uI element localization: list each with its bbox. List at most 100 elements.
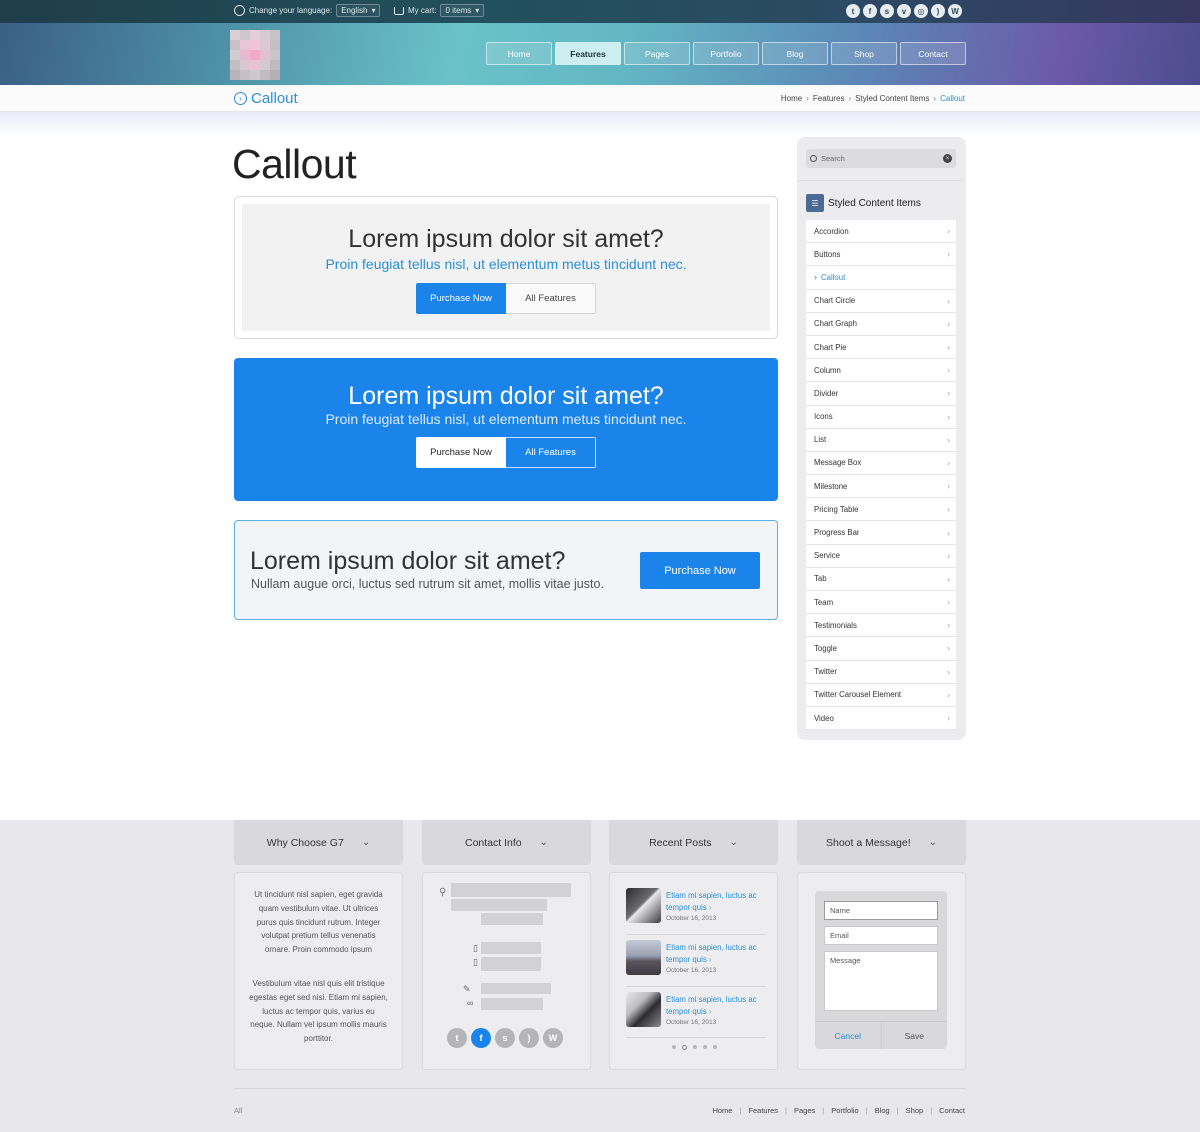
chevron-right-icon: › xyxy=(947,689,950,700)
sidebar-item-testimonials[interactable]: Testimonials › xyxy=(806,614,956,638)
save-button[interactable]: Save xyxy=(882,1022,948,1049)
rss-icon[interactable]: ) xyxy=(931,4,945,18)
sidebar-item-label: List xyxy=(814,435,827,445)
why-paragraph-1: Ut tincidunt nisl sapien, eget gravida q… xyxy=(254,890,383,955)
footer-tab-posts[interactable]: Recent Posts ⌄ xyxy=(609,820,778,865)
sidebar-item-team[interactable]: Team › xyxy=(806,591,956,615)
nav-portfolio[interactable]: Portfolio xyxy=(693,42,759,65)
post-item[interactable]: Etiam mi sapien, luctus ac tempor quis ›… xyxy=(626,940,766,984)
sidebar-item-chart-circle[interactable]: Chart Circle › xyxy=(806,289,956,313)
footer-tab-contact[interactable]: Contact Info ⌄ xyxy=(422,820,591,865)
sidebar-item-icons[interactable]: Icons › xyxy=(806,405,956,429)
dribbble-icon[interactable]: ◎ xyxy=(914,4,928,18)
footer-nav-separator: | xyxy=(896,1106,899,1115)
callout-subheading: Proin feugiat tellus nisl, ut elementum … xyxy=(325,411,687,427)
breadcrumb-styled-content[interactable]: Styled Content Items xyxy=(855,94,929,103)
message-field[interactable]: Message xyxy=(824,951,938,1011)
sidebar-item-buttons[interactable]: Buttons › xyxy=(806,243,956,267)
email-field[interactable]: Email xyxy=(824,926,938,945)
wordpress-icon[interactable]: W xyxy=(543,1028,563,1048)
nav-pages[interactable]: Pages xyxy=(624,42,690,65)
cancel-button[interactable]: Cancel xyxy=(815,1022,882,1049)
sidebar-item-list[interactable]: List › xyxy=(806,428,956,452)
website-address xyxy=(481,998,543,1010)
nav-contact[interactable]: Contact xyxy=(900,42,966,65)
sidebar-item-service[interactable]: Service › xyxy=(806,544,956,568)
nav-blog[interactable]: Blog xyxy=(762,42,828,65)
cart-select[interactable]: 0 items ▾ xyxy=(440,4,485,17)
sidebar-item-label: Column xyxy=(814,365,841,375)
wordpress-icon[interactable]: W xyxy=(948,4,962,18)
carousel-dot[interactable] xyxy=(672,1045,676,1049)
post-item[interactable]: Etiam mi sapien, luctus ac tempor quis ›… xyxy=(626,888,766,932)
purchase-now-button[interactable]: Purchase Now xyxy=(640,552,760,589)
name-field[interactable]: Name xyxy=(824,901,938,920)
sidebar-item-twitter[interactable]: Twitter › xyxy=(806,660,956,684)
sidebar-item-callout[interactable]: › Callout xyxy=(806,266,956,290)
search-input[interactable]: Search × xyxy=(806,149,956,168)
sidebar-item-column[interactable]: Column › xyxy=(806,359,956,383)
sidebar-item-progress-bar[interactable]: Progress Bar › xyxy=(806,521,956,545)
edit-icon: ✎ xyxy=(463,984,471,994)
breadcrumb-features[interactable]: Features xyxy=(813,94,845,103)
post-title[interactable]: Etiam mi sapien, luctus ac tempor quis › xyxy=(666,890,761,913)
footer-nav-features[interactable]: Features xyxy=(748,1106,778,1115)
post-title[interactable]: Etiam mi sapien, luctus ac tempor quis › xyxy=(666,994,761,1017)
chevron-right-icon: › xyxy=(947,411,950,422)
carousel-dot[interactable] xyxy=(693,1045,697,1049)
sidebar-item-tab[interactable]: Tab › xyxy=(806,567,956,591)
clear-icon[interactable]: × xyxy=(943,154,952,163)
post-title[interactable]: Etiam mi sapien, luctus ac tempor quis › xyxy=(666,942,761,965)
carousel-dot[interactable] xyxy=(713,1045,717,1049)
language-select[interactable]: English ▾ xyxy=(336,4,381,17)
globe-icon xyxy=(234,5,245,16)
footer-nav-contact[interactable]: Contact xyxy=(939,1106,965,1115)
footer-nav-blog[interactable]: Blog xyxy=(875,1106,890,1115)
footer-nav-separator: | xyxy=(930,1106,933,1115)
facebook-icon[interactable]: f xyxy=(863,4,877,18)
footer-tab-message[interactable]: Shoot a Message! ⌄ xyxy=(797,820,966,865)
footer-tab-why[interactable]: Why Choose G7 ⌄ xyxy=(234,820,403,865)
twitter-icon[interactable]: t xyxy=(846,4,860,18)
purchase-now-button[interactable]: Purchase Now xyxy=(416,437,506,468)
footer-nav-shop[interactable]: Shop xyxy=(906,1106,924,1115)
breadcrumb-home[interactable]: Home xyxy=(781,94,802,103)
chevron-right-icon: › xyxy=(947,666,950,677)
footer-nav-home[interactable]: Home xyxy=(712,1106,732,1115)
sidebar-item-pricing-table[interactable]: Pricing Table › xyxy=(806,498,956,522)
purchase-now-button[interactable]: Purchase Now xyxy=(416,283,506,314)
sidebar-item-divider[interactable]: Divider › xyxy=(806,382,956,406)
rss-icon[interactable]: ) xyxy=(519,1028,539,1048)
sidebar-item-chart-graph[interactable]: Chart Graph › xyxy=(806,312,956,336)
facebook-icon[interactable]: f xyxy=(471,1028,491,1048)
sidebar-item-label: Toggle xyxy=(814,643,837,653)
footer-nav-portfolio[interactable]: Portfolio xyxy=(831,1106,859,1115)
sidebar-item-label: Pricing Table xyxy=(814,504,859,514)
sidebar-item-toggle[interactable]: Toggle › xyxy=(806,637,956,661)
sidebar-item-twitter-carousel[interactable]: Twitter Carousel Element › xyxy=(806,683,956,707)
twitter-icon[interactable]: t xyxy=(447,1028,467,1048)
copyright: All xyxy=(234,1106,243,1115)
nav-home[interactable]: Home xyxy=(486,42,552,65)
nav-features[interactable]: Features xyxy=(555,42,621,65)
skype-icon[interactable]: s xyxy=(880,4,894,18)
all-features-button[interactable]: All Features xyxy=(506,283,596,314)
why-choose-panel: Ut tincidunt nisl sapien, eget gravida q… xyxy=(234,872,403,1070)
all-features-button[interactable]: All Features xyxy=(506,437,596,468)
footer-social-links: t f s ) W xyxy=(447,1028,563,1048)
sidebar-item-message-box[interactable]: Message Box › xyxy=(806,451,956,476)
nav-shop[interactable]: Shop xyxy=(831,42,897,65)
carousel-dot[interactable] xyxy=(703,1045,707,1049)
footer-nav-pages[interactable]: Pages xyxy=(794,1106,815,1115)
post-item[interactable]: Etiam mi sapien, luctus ac tempor quis ›… xyxy=(626,992,766,1036)
vimeo-icon[interactable]: v xyxy=(897,4,911,18)
form-actions: Cancel Save xyxy=(815,1021,947,1049)
sidebar-item-video[interactable]: Video › xyxy=(806,706,956,731)
sidebar-item-accordion[interactable]: Accordion › xyxy=(806,220,956,244)
carousel-dot-active[interactable] xyxy=(682,1044,687,1050)
recent-posts-panel: Etiam mi sapien, luctus ac tempor quis ›… xyxy=(609,872,778,1070)
sidebar-item-milestone[interactable]: Milestone › xyxy=(806,475,956,499)
skype-icon[interactable]: s xyxy=(495,1028,515,1048)
site-logo[interactable] xyxy=(230,30,280,80)
sidebar-item-chart-pie[interactable]: Chart Pie › xyxy=(806,335,956,360)
